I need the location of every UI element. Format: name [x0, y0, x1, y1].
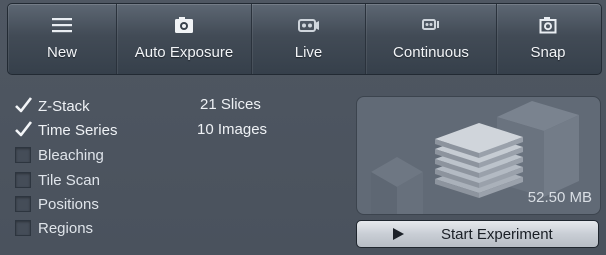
experiment-preview: 52.50 MB: [356, 96, 601, 215]
checkbox-positions[interactable]: [15, 196, 31, 212]
checkmark-icon: [15, 97, 33, 113]
checkmark-icon: [15, 121, 33, 137]
live-button[interactable]: Live: [252, 4, 366, 74]
option-tile-scan[interactable]: Tile Scan: [15, 170, 100, 190]
live-label: Live: [294, 44, 323, 61]
list-icon: [51, 14, 73, 36]
continuous-label: Continuous: [393, 44, 469, 61]
experiment-panel: New Auto Exposure Live Continuous Snap Z…: [0, 0, 606, 255]
checkbox-tile-scan[interactable]: [15, 172, 31, 188]
bleaching-label: Bleaching: [38, 146, 104, 164]
auto-exposure-label: Auto Exposure: [134, 44, 234, 61]
time-series-label: Time Series: [38, 121, 118, 139]
option-time-series[interactable]: Time Series: [15, 120, 117, 140]
new-button-label: New: [46, 44, 77, 61]
continuous-camera-icon: [422, 14, 440, 36]
z-stack-label: Z-Stack: [38, 97, 90, 115]
checkbox-bleaching[interactable]: [15, 147, 31, 163]
option-bleaching[interactable]: Bleaching: [15, 145, 104, 165]
option-positions[interactable]: Positions: [15, 194, 99, 214]
z-stack-slices-value: 21 Slices: [200, 96, 261, 113]
new-button[interactable]: New: [8, 4, 117, 74]
option-z-stack[interactable]: Z-Stack: [15, 96, 90, 116]
camera-icon: [174, 14, 194, 36]
auto-exposure-button[interactable]: Auto Exposure: [117, 4, 252, 74]
continuous-button[interactable]: Continuous: [366, 4, 497, 74]
positions-label: Positions: [38, 195, 99, 213]
snap-icon: [539, 14, 557, 36]
checkbox-z-stack[interactable]: [15, 97, 33, 114]
snap-label: Snap: [530, 44, 566, 61]
snap-button[interactable]: Snap: [497, 4, 599, 74]
live-camera-icon: [297, 14, 320, 36]
time-series-images-value: 10 Images: [197, 121, 268, 138]
checkbox-regions[interactable]: [15, 220, 31, 236]
acquisition-toolbar: New Auto Exposure Live Continuous Snap: [7, 3, 602, 75]
start-experiment-button[interactable]: Start Experiment: [356, 220, 599, 248]
data-size-label: 52.50 MB: [527, 189, 592, 206]
start-experiment-label: Start Experiment: [441, 226, 553, 243]
regions-label: Regions: [38, 219, 94, 237]
tile-scan-label: Tile Scan: [38, 171, 100, 189]
option-regions[interactable]: Regions: [15, 218, 93, 238]
checkbox-time-series[interactable]: [15, 121, 33, 138]
play-icon: [393, 228, 404, 240]
